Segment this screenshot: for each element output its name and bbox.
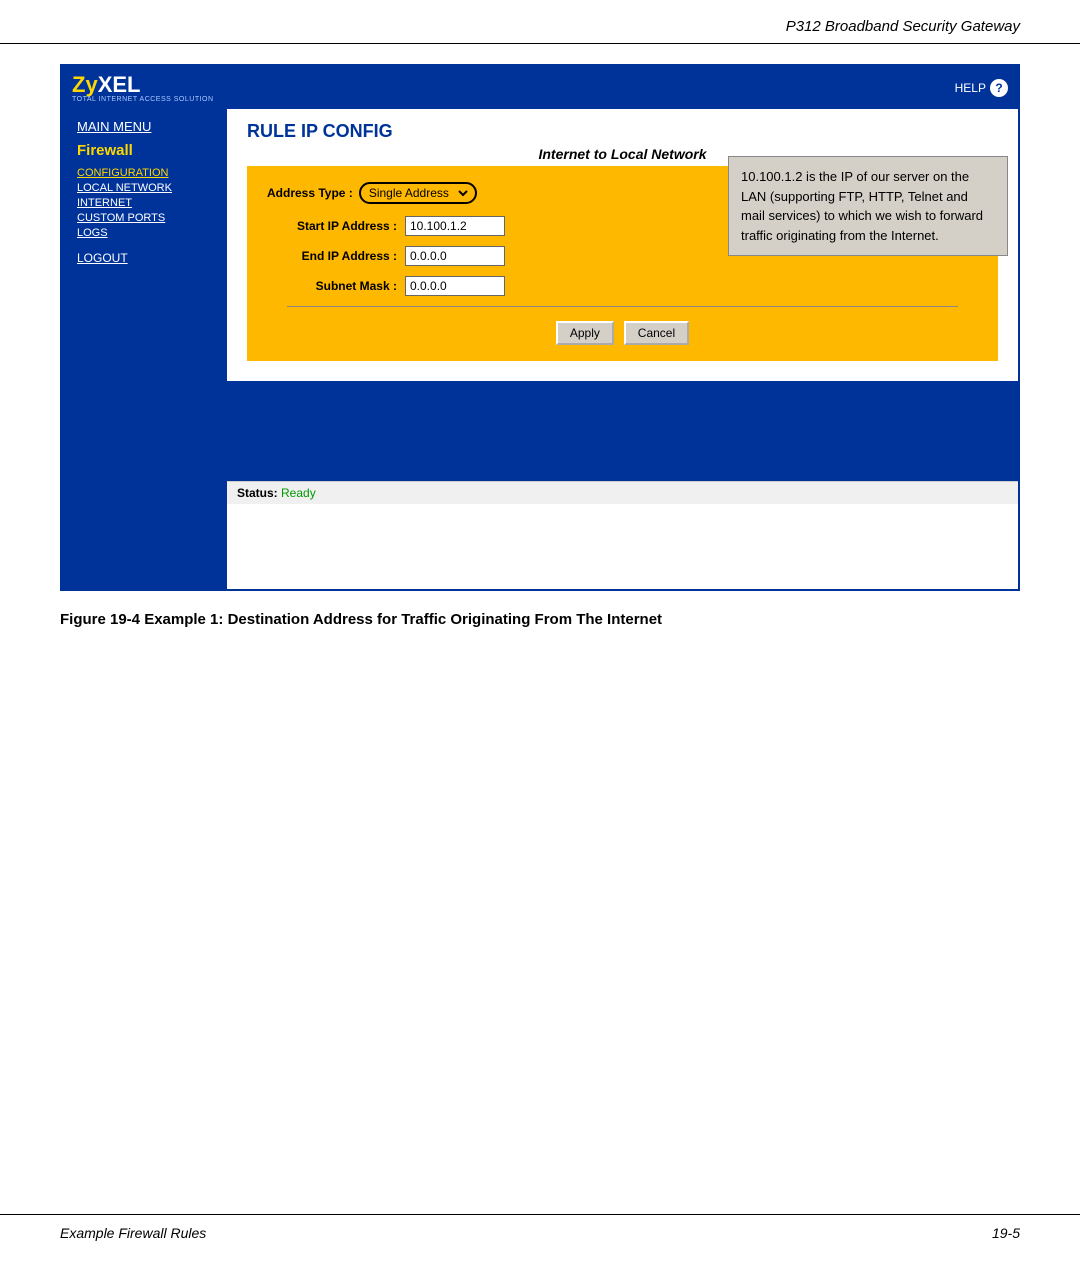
sidebar-item-custom-ports[interactable]: CUSTOM PORTS	[77, 212, 217, 224]
subnet-mask-input[interactable]	[405, 276, 505, 296]
figure-caption: Figure 19-4 Example 1: Destination Addre…	[60, 611, 1020, 628]
apply-button[interactable]: Apply	[556, 321, 614, 345]
form-buttons: Apply Cancel	[267, 321, 978, 345]
logo-zy: Zy	[72, 72, 98, 97]
address-type-label: Address Type :	[267, 186, 353, 200]
help-label: HELP	[955, 81, 986, 95]
subnet-mask-row: Subnet Mask :	[267, 276, 978, 296]
sidebar-nav: CONFIGURATION LOCAL NETWORK INTERNET CUS…	[77, 167, 217, 239]
form-divider	[287, 306, 958, 307]
status-label: Status:	[237, 486, 278, 500]
browser-top-bar: ZyXEL Total Internet Access Solution HEL…	[62, 66, 1018, 109]
form-area: Address Type : Single Address Range Addr…	[247, 166, 998, 361]
status-value: Ready	[281, 486, 316, 500]
zyxel-logo: ZyXEL Total Internet Access Solution	[72, 72, 214, 103]
sidebar: MAIN MENU Firewall CONFIGURATION LOCAL N…	[62, 109, 227, 589]
page-footer: Example Firewall Rules 19-5	[0, 1214, 1080, 1251]
main-content: RULE IP CONFIG Internet to Local Network…	[227, 109, 1018, 589]
help-button[interactable]: HELP ?	[955, 79, 1008, 97]
logo-main: ZyXEL	[72, 72, 214, 98]
subnet-mask-label: Subnet Mask :	[267, 279, 397, 293]
address-type-row: Address Type : Single Address Range Addr…	[267, 182, 978, 204]
sidebar-main-menu[interactable]: MAIN MENU	[77, 119, 217, 134]
sidebar-item-internet[interactable]: INTERNET	[77, 197, 217, 209]
start-ip-label: Start IP Address :	[267, 219, 397, 233]
header-title: P312 Broadband Security Gateway	[786, 18, 1020, 35]
start-ip-row: Start IP Address :	[267, 216, 978, 236]
tooltip-box: 10.100.1.2 is the IP of our server on th…	[728, 156, 1008, 256]
start-ip-input[interactable]	[405, 216, 505, 236]
sidebar-item-logs[interactable]: LOGS	[77, 227, 217, 239]
address-type-select[interactable]: Single Address Range Address Subnet Addr…	[365, 185, 471, 201]
sidebar-logout[interactable]: LOGOUT	[77, 251, 217, 265]
browser-body: MAIN MENU Firewall CONFIGURATION LOCAL N…	[62, 109, 1018, 589]
logo-sub: Total Internet Access Solution	[72, 96, 214, 103]
blue-filler	[227, 381, 1018, 481]
browser-window: ZyXEL Total Internet Access Solution HEL…	[60, 64, 1020, 591]
end-ip-input[interactable]	[405, 246, 505, 266]
figure-caption-text: Figure 19-4 Example 1: Destination Addre…	[60, 611, 662, 628]
status-bar: Status: Ready	[227, 481, 1018, 504]
end-ip-row: End IP Address :	[267, 246, 978, 266]
cancel-button[interactable]: Cancel	[624, 321, 689, 345]
page-header: P312 Broadband Security Gateway	[0, 0, 1080, 44]
logo-xel: XEL	[98, 72, 141, 97]
end-ip-label: End IP Address :	[267, 249, 397, 263]
help-icon: ?	[990, 79, 1008, 97]
footer-left: Example Firewall Rules	[60, 1225, 206, 1241]
sidebar-item-local-network[interactable]: LOCAL NETWORK	[77, 182, 217, 194]
page-title: RULE IP CONFIG	[247, 121, 998, 142]
address-type-select-wrapper[interactable]: Single Address Range Address Subnet Addr…	[359, 182, 477, 204]
sidebar-firewall: Firewall	[77, 142, 217, 159]
footer-right: 19-5	[992, 1225, 1020, 1241]
sidebar-item-configuration[interactable]: CONFIGURATION	[77, 167, 217, 179]
